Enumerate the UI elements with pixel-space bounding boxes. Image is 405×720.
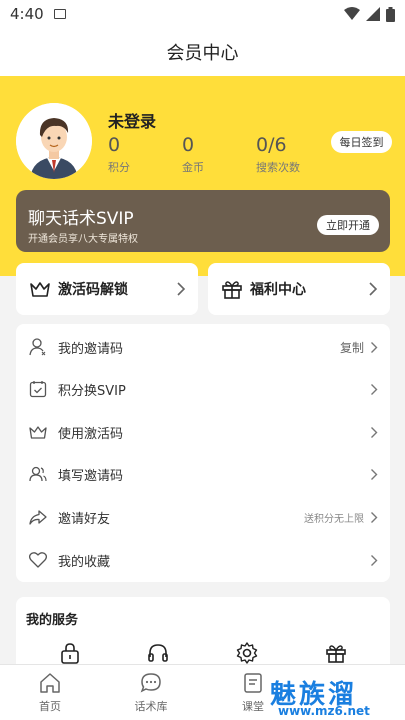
tab-script-library-label: 话术库 bbox=[134, 700, 168, 713]
username[interactable]: 未登录 bbox=[108, 108, 156, 132]
menu-item-invite-friends[interactable]: 邀请好友 送积分无上限 bbox=[16, 496, 390, 538]
svip-open-button[interactable]: 立即开通 bbox=[317, 215, 379, 235]
stat-searches[interactable]: 0/6 搜索次数 bbox=[256, 134, 300, 175]
gift-icon bbox=[222, 281, 242, 299]
menu-item-right bbox=[364, 383, 378, 396]
avatar-illustration bbox=[16, 103, 92, 179]
chat-icon bbox=[140, 673, 161, 693]
heart-icon bbox=[28, 552, 48, 568]
menu-item-use-activation-code[interactable]: 使用激活码 bbox=[16, 411, 390, 453]
menu-item-right bbox=[364, 554, 378, 567]
menu-item-points-to-svip[interactable]: 积分换SVIP bbox=[16, 368, 390, 410]
stat-points[interactable]: 0 积分 bbox=[108, 134, 130, 175]
tab-home-label: 首页 bbox=[39, 700, 61, 713]
users-icon bbox=[29, 466, 47, 482]
menu-item-label: 我的收藏 bbox=[58, 554, 111, 570]
gift-icon[interactable] bbox=[324, 641, 348, 665]
status-bar: 4:40 bbox=[0, 0, 405, 28]
image-notification-icon bbox=[53, 9, 66, 19]
chevron-right-icon bbox=[371, 426, 378, 438]
chevron-right-icon bbox=[369, 282, 378, 296]
calendar-icon bbox=[29, 381, 47, 398]
gear-icon[interactable] bbox=[235, 641, 259, 665]
invite-reward-hint: 送积分无上限 bbox=[304, 513, 364, 525]
book-icon bbox=[244, 673, 262, 693]
crown-icon bbox=[29, 426, 47, 439]
user-icon bbox=[29, 338, 46, 356]
menu-item-right: 复制 bbox=[340, 339, 378, 356]
status-icons bbox=[344, 6, 395, 22]
chevron-right-icon bbox=[371, 341, 378, 353]
watermark-url: www.mz6.net bbox=[278, 704, 370, 718]
watermark: 魅族溜 www.mz6.net bbox=[270, 674, 405, 720]
tab-script-library[interactable]: 话术库 bbox=[121, 671, 181, 714]
headset-icon[interactable] bbox=[146, 641, 170, 665]
menu-item-label: 我的邀请码 bbox=[58, 341, 124, 357]
stat-points-value: 0 bbox=[108, 134, 121, 156]
menu-item-my-favorites[interactable]: 我的收藏 bbox=[16, 539, 390, 581]
wifi-icon bbox=[344, 7, 360, 20]
chevron-right-icon bbox=[371, 468, 378, 480]
signal-icon bbox=[366, 7, 380, 21]
daily-checkin-button[interactable]: 每日签到 bbox=[331, 131, 392, 153]
copy-action[interactable]: 复制 bbox=[340, 339, 364, 356]
svip-subtitle: 开通会员享八大专属特权 bbox=[28, 234, 138, 245]
stat-coins-value: 0 bbox=[182, 134, 195, 156]
menu-item-label: 邀请好友 bbox=[58, 511, 111, 527]
stat-searches-value: 0/6 bbox=[256, 134, 287, 156]
svip-title: 聊天话术SVIP bbox=[28, 209, 134, 229]
menu-item-right bbox=[364, 468, 378, 481]
stat-points-label: 积分 bbox=[108, 161, 130, 174]
stat-coins[interactable]: 0 金币 bbox=[182, 134, 204, 175]
menu-item-label: 积分换SVIP bbox=[58, 383, 126, 399]
menu-list: 我的邀请码 复制 积分换SVIP 使用激活码 填写邀请码 邀请好友 送积分无上限 bbox=[16, 324, 390, 582]
battery-icon bbox=[386, 6, 395, 22]
welfare-center-card[interactable]: 福利中心 bbox=[208, 263, 390, 315]
avatar[interactable] bbox=[16, 103, 92, 179]
activation-code-unlock-label: 激活码解锁 bbox=[58, 282, 128, 298]
stat-coins-label: 金币 bbox=[182, 161, 204, 174]
lock-icon[interactable] bbox=[58, 641, 82, 665]
title-bar: 会员中心 bbox=[0, 28, 405, 76]
menu-item-right bbox=[364, 426, 378, 439]
menu-item-right: 送积分无上限 bbox=[304, 510, 378, 525]
menu-item-my-invite-code[interactable]: 我的邀请码 复制 bbox=[16, 326, 390, 368]
home-icon bbox=[40, 673, 60, 693]
chevron-right-icon bbox=[371, 383, 378, 395]
chevron-right-icon bbox=[371, 554, 378, 566]
stat-searches-label: 搜索次数 bbox=[256, 161, 300, 174]
welfare-center-label: 福利中心 bbox=[250, 282, 306, 298]
tab-home[interactable]: 首页 bbox=[20, 671, 80, 714]
chevron-right-icon bbox=[177, 282, 186, 296]
tab-classroom-label: 课堂 bbox=[242, 700, 264, 713]
menu-item-label: 使用激活码 bbox=[58, 426, 124, 442]
menu-item-enter-invite-code[interactable]: 填写邀请码 bbox=[16, 453, 390, 495]
activation-code-unlock-card[interactable]: 激活码解锁 bbox=[16, 263, 198, 315]
menu-item-label: 填写邀请码 bbox=[58, 468, 124, 484]
share-icon bbox=[29, 510, 47, 525]
my-services-title: 我的服务 bbox=[26, 613, 79, 628]
svip-card[interactable]: 聊天话术SVIP 开通会员享八大专属特权 立即开通 bbox=[16, 190, 390, 252]
chevron-right-icon bbox=[371, 511, 378, 523]
page-title: 会员中心 bbox=[166, 43, 239, 64]
status-time: 4:40 bbox=[10, 5, 44, 23]
crown-icon bbox=[30, 282, 50, 297]
